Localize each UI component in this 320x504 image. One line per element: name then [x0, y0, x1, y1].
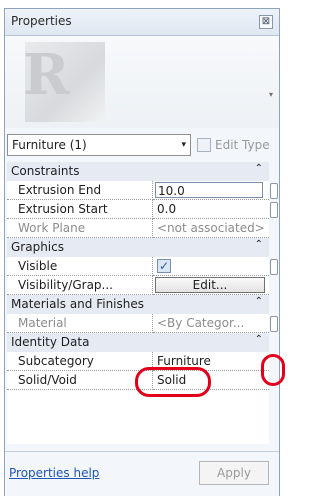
material-value: <By Categor... [157, 316, 245, 330]
property-name: Visible [18, 259, 58, 273]
subcategory-value: Furniture [157, 354, 211, 368]
group-label: Constraints [11, 164, 80, 178]
extrusion-end-input[interactable]: 10.0 [155, 182, 263, 198]
property-name-cell: Visible [7, 257, 153, 276]
extrusion-end-value: 10.0 [158, 184, 185, 198]
property-name-cell: Material [7, 314, 153, 333]
property-value-cell[interactable]: 10.0 [153, 181, 269, 200]
property-name: Extrusion Start [18, 202, 108, 216]
property-name: Material [18, 316, 67, 330]
collapse-chevron-icon[interactable]: ⌃ [255, 163, 263, 174]
visible-checkbox[interactable]: ✓ [157, 259, 171, 273]
property-name-cell: Work Plane [7, 219, 153, 238]
highlight-callout-subcategory [135, 367, 211, 397]
property-name: Work Plane [18, 221, 86, 235]
close-icon[interactable]: ⊠ [259, 15, 273, 29]
properties-grid: Constraints ⌃ Extrusion End 10.0 Extrusi… [7, 162, 269, 444]
visible-browse-button[interactable] [270, 259, 278, 275]
property-value-cell: <not associated> [153, 219, 269, 238]
chevron-down-icon: ▾ [181, 140, 186, 150]
palette-titlebar[interactable]: Properties ⊠ [5, 9, 279, 36]
palette-title: Properties [11, 14, 72, 28]
property-name-cell: Extrusion End [7, 181, 153, 200]
property-value-cell[interactable]: <By Categor... [153, 314, 269, 333]
extrusion-start-browse-button[interactable] [270, 202, 278, 218]
properties-help-link[interactable]: Properties help [9, 466, 99, 480]
property-row-subcategory[interactable]: Subcategory Furniture [7, 352, 269, 371]
property-row-work-plane: Work Plane <not associated> [7, 219, 269, 238]
property-value-cell[interactable]: Edit... [153, 276, 269, 295]
property-name: Subcategory [18, 354, 94, 368]
collapse-chevron-icon[interactable]: ⌃ [255, 296, 263, 307]
group-identity-data[interactable]: Identity Data ⌃ [7, 333, 269, 352]
work-plane-value: <not associated> [157, 221, 265, 235]
extrusion-end-browse-button[interactable] [270, 183, 278, 199]
property-name: Visibility/Grap... [18, 278, 113, 292]
collapse-chevron-icon[interactable]: ⌃ [255, 334, 263, 345]
revit-logo-icon: R [23, 42, 70, 108]
property-row-extrusion-end[interactable]: Extrusion End 10.0 [7, 181, 269, 200]
extrusion-start-value: 0.0 [157, 202, 177, 216]
property-name-cell: Subcategory [7, 352, 153, 371]
property-name-cell: Extrusion Start [7, 200, 153, 219]
property-row-visibility-graphics[interactable]: Visibility/Grap... Edit... [7, 276, 269, 295]
property-name-cell: Visibility/Grap... [7, 276, 153, 295]
properties-scrollbar[interactable] [269, 162, 279, 444]
type-preview: R ▾ [5, 36, 279, 128]
property-row-visible[interactable]: Visible ✓ [7, 257, 269, 276]
visibility-edit-button[interactable]: Edit... [155, 277, 265, 293]
highlight-callout-material [261, 354, 285, 386]
property-row-extrusion-start[interactable]: Extrusion Start 0.0 [7, 200, 269, 219]
type-selector-row: Furniture (1) ▾ Edit Type [5, 132, 279, 158]
collapse-chevron-icon[interactable]: ⌃ [255, 239, 263, 250]
group-graphics[interactable]: Graphics ⌃ [7, 238, 269, 257]
group-materials-and-finishes[interactable]: Materials and Finishes ⌃ [7, 295, 269, 314]
edit-type-icon [197, 138, 211, 152]
group-label: Identity Data [11, 335, 90, 349]
material-browse-button[interactable] [270, 316, 278, 332]
palette-footer: Properties help Apply [5, 451, 279, 496]
property-name-cell: Solid/Void [7, 371, 153, 390]
property-value-cell[interactable]: 0.0 [153, 200, 269, 219]
property-value-cell[interactable]: ✓ [153, 257, 269, 276]
property-row-material[interactable]: Material <By Categor... [7, 314, 269, 333]
edit-type-button[interactable]: Edit Type [215, 138, 270, 152]
apply-button[interactable]: Apply [199, 461, 269, 485]
group-label: Materials and Finishes [11, 297, 145, 311]
type-selector-value: Furniture (1) [12, 138, 87, 152]
property-name: Extrusion End [18, 183, 102, 197]
group-constraints[interactable]: Constraints ⌃ [7, 162, 269, 181]
group-label: Graphics [11, 240, 64, 254]
properties-palette: Properties ⊠ R ▾ Furniture (1) ▾ Edit Ty… [4, 8, 280, 496]
property-name: Solid/Void [18, 373, 77, 387]
type-selector-dropdown[interactable]: Furniture (1) ▾ [7, 134, 191, 156]
preview-dropdown-icon[interactable]: ▾ [269, 90, 273, 99]
